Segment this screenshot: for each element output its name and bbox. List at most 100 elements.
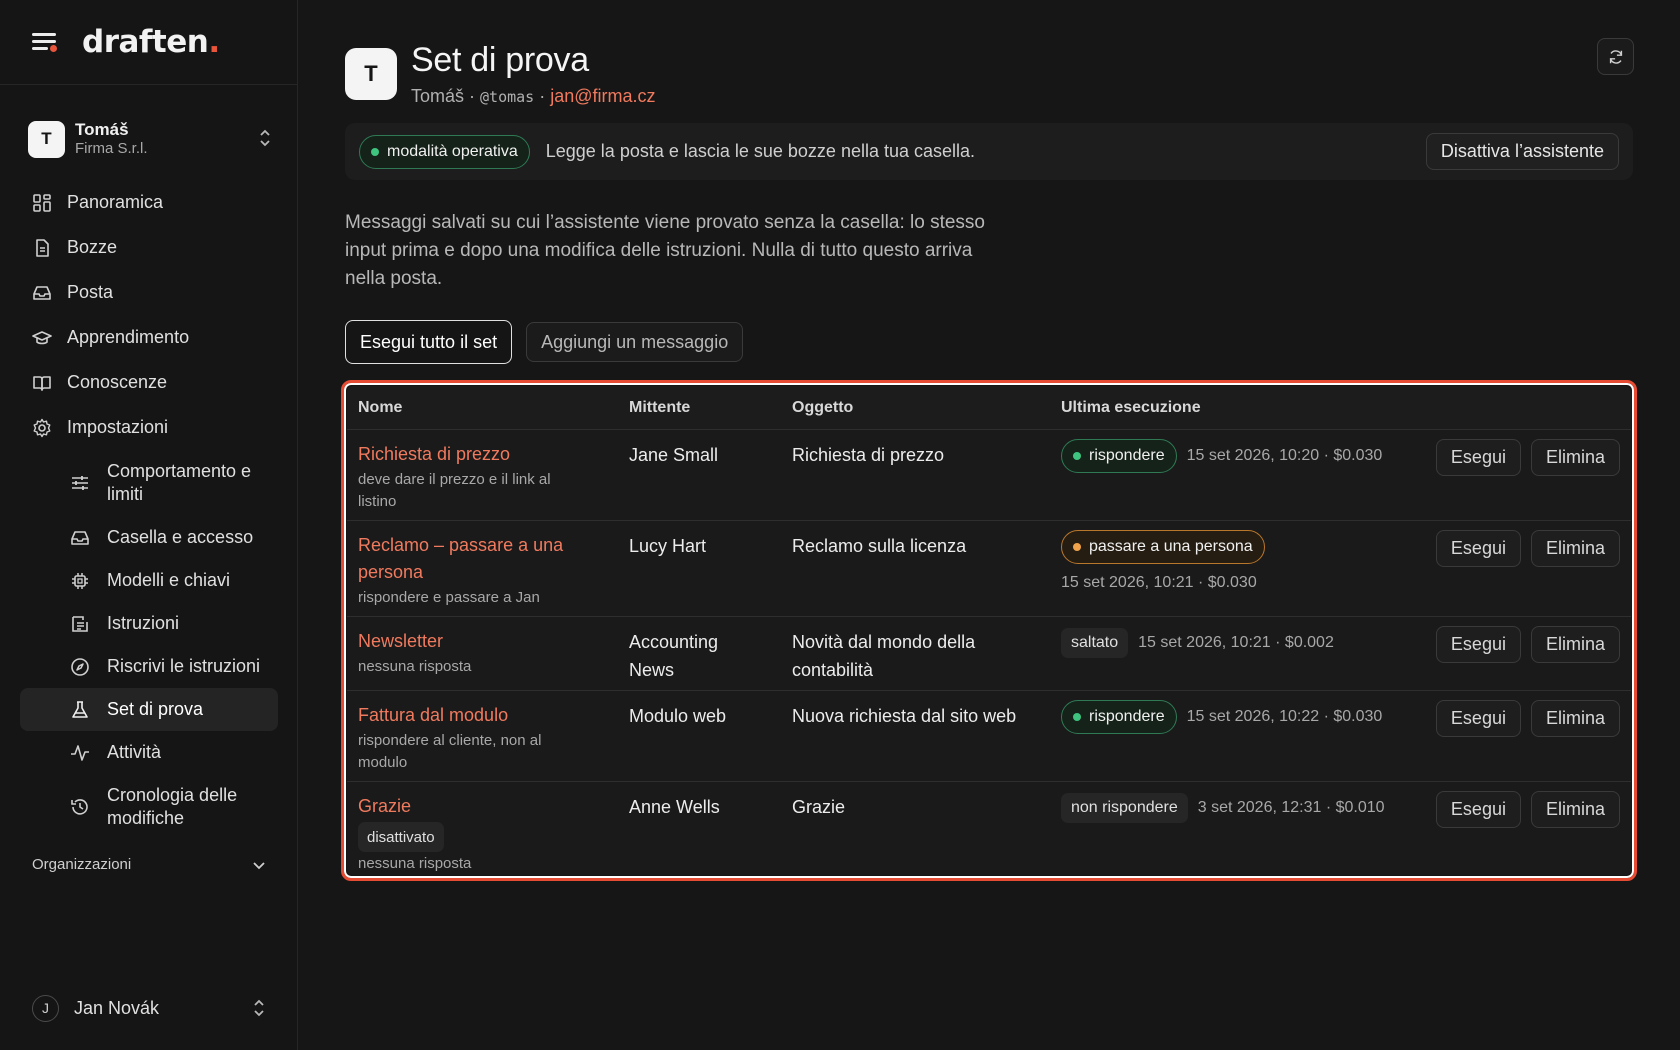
book-icon (33, 375, 51, 391)
status-badge: rispondere (1061, 439, 1177, 473)
chevron-down-icon (253, 861, 265, 869)
sidebar-item-behavior[interactable]: Comportamento e limiti (70, 450, 278, 516)
header-email-link[interactable]: jan@firma.cz (550, 86, 655, 106)
inbox-icon (71, 530, 89, 545)
sidebar-item-label: Comportamento e limiti (107, 461, 252, 504)
last-run-meta: 15 set 2026, 10:22 · $0.030 (1186, 708, 1383, 725)
sidebar-item-label: Modelli e chiavi (107, 570, 231, 590)
nav-label: Conoscenze (67, 372, 168, 392)
sidebar-item-mailbox[interactable]: Casella e accesso (70, 516, 278, 559)
activity-icon (71, 744, 89, 761)
status-badge: non rispondere (1061, 793, 1188, 823)
last-run-meta: 15 set 2026, 10:21 · $0.030 (1061, 574, 1257, 591)
test-case-title[interactable]: Reclamo – passare a una persona (358, 532, 588, 586)
sender: Lucy Hart (629, 536, 707, 556)
run-button[interactable]: Esegui (1435, 700, 1521, 737)
column-header-sender[interactable]: Mittente (629, 399, 779, 417)
test-case-note: deve dare il prezzo e il link al listino (358, 471, 551, 510)
test-case-note: rispondere al cliente, non al modulo (358, 732, 542, 771)
sidebar-item-models[interactable]: Modelli e chiavi (70, 559, 278, 602)
deactivate-assistant-button[interactable]: Disattiva l’assistente (1425, 133, 1619, 170)
sidebar-item-test-set[interactable]: Set di prova (20, 688, 278, 731)
status-dot (371, 147, 379, 156)
subject: Richiesta di prezzo (792, 445, 945, 465)
chevron-updown-icon (254, 999, 264, 1017)
run-button[interactable]: Esegui (1435, 791, 1521, 828)
sidebar-item-activity[interactable]: Attività (70, 731, 278, 774)
test-set-table-highlight: Nome Mittente Oggetto Ultima esecuzione … (341, 380, 1637, 881)
nav-label: Bozze (67, 237, 118, 257)
nav-item-learning[interactable]: Apprendimento (20, 315, 278, 360)
delete-button[interactable]: Elimina (1530, 791, 1620, 828)
page-avatar: T (345, 48, 397, 100)
chip-icon (72, 572, 88, 589)
run-button[interactable]: Esegui (1435, 626, 1521, 663)
nav-item-knowledge[interactable]: Conoscenze (20, 360, 278, 405)
account-name: Tomáš (75, 120, 129, 139)
delete-button[interactable]: Elimina (1530, 626, 1620, 663)
run-button[interactable]: Esegui (1435, 530, 1521, 567)
sender: Modulo web (629, 706, 727, 726)
delete-button[interactable]: Elimina (1530, 439, 1620, 476)
header-name: Tomáš (411, 86, 465, 106)
last-run-meta: 3 set 2026, 12:31 · $0.010 (1197, 799, 1385, 816)
delete-button[interactable]: Elimina (1530, 530, 1620, 567)
run-button[interactable]: Esegui (1435, 439, 1521, 476)
sidebar-item-instructions[interactable]: Istruzioni (70, 602, 278, 645)
settings-subnav: Comportamento e limiti Casella e accesso… (20, 450, 278, 840)
account-switcher[interactable]: T Tomáš Firma S.r.l. (28, 116, 273, 162)
refresh-button[interactable] (1597, 38, 1634, 75)
sidebar-item-label: Attività (107, 742, 162, 762)
organizations-toggle[interactable]: Organizzazioni (32, 856, 266, 873)
test-case-title[interactable]: Fattura dal modulo (358, 702, 618, 729)
column-header-subject[interactable]: Oggetto (792, 399, 1042, 417)
nav-item-mail[interactable]: Posta (20, 270, 278, 315)
subject: Grazie (792, 797, 846, 817)
sidebar-item-label: Cronologia delle modifiche (107, 785, 238, 828)
nav-label: Panoramica (67, 192, 164, 212)
organizations-label: Organizzazioni (32, 856, 132, 873)
app-logo[interactable]: draften. (82, 24, 220, 60)
table-row: Grazie disattivato nessuna risposta Anne… (347, 782, 1631, 875)
flask-icon (72, 700, 88, 718)
nav-item-drafts[interactable]: Bozze (20, 225, 278, 270)
test-case-note: rispondere e passare a Jan (358, 589, 540, 606)
table-row: Newsletter nessuna risposta Accounting N… (347, 617, 1631, 691)
test-case-title[interactable]: Newsletter (358, 628, 618, 655)
inbox-icon (33, 285, 51, 300)
last-run-meta: 15 set 2026, 10:21 · $0.002 (1138, 634, 1334, 651)
add-message-button[interactable]: Aggiungi un messaggio (526, 322, 744, 362)
status-badge: saltato (1061, 628, 1129, 658)
action-bar: Esegui tutto il set Aggiungi un messaggi… (345, 320, 744, 364)
chevron-updown-icon (257, 128, 273, 149)
user-menu[interactable]: J Jan Novák (32, 993, 266, 1023)
status-dot (1073, 543, 1081, 551)
header-handle: @tomas (480, 88, 535, 106)
test-case-title[interactable]: Grazie (358, 793, 618, 820)
grid-icon (33, 193, 51, 212)
compass-icon (71, 657, 89, 676)
nav-item-settings[interactable]: Impostazioni (20, 405, 278, 450)
sender: Jane Small (629, 445, 719, 465)
table-row: Richiesta di prezzo deve dare il prezzo … (347, 430, 1631, 521)
account-org: Firma S.r.l. (75, 140, 148, 158)
sidebar-item-history[interactable]: Cronologia delle modifiche (70, 774, 278, 840)
sidebar-item-rewrite[interactable]: Riscrivi le istruzioni (70, 645, 278, 688)
nav-item-overview[interactable]: Panoramica (20, 180, 278, 225)
delete-button[interactable]: Elimina (1530, 700, 1620, 737)
test-case-note: nessuna risposta (358, 855, 472, 872)
column-header-last-run[interactable]: Ultima esecuzione (1061, 399, 1411, 417)
nav-label: Posta (67, 282, 114, 302)
page-header: T Set di prova Tomáš · @tomas · jan@firm… (345, 40, 656, 107)
page-description: Messaggi salvati su cui l’assistente vie… (345, 212, 985, 289)
sidebar-item-label: Istruzioni (107, 613, 180, 633)
table-row: Reclamo – passare a una persona risponde… (347, 521, 1631, 617)
test-case-title[interactable]: Richiesta di prezzo (358, 441, 618, 468)
column-header-name[interactable]: Nome (358, 399, 618, 417)
status-dot (1073, 713, 1081, 721)
test-set-table: Nome Mittente Oggetto Ultima esecuzione … (347, 386, 1631, 875)
run-all-button[interactable]: Esegui tutto il set (345, 320, 513, 364)
graduation-cap-icon (32, 330, 52, 344)
gear-icon (33, 418, 51, 437)
menu-icon[interactable] (32, 31, 60, 53)
